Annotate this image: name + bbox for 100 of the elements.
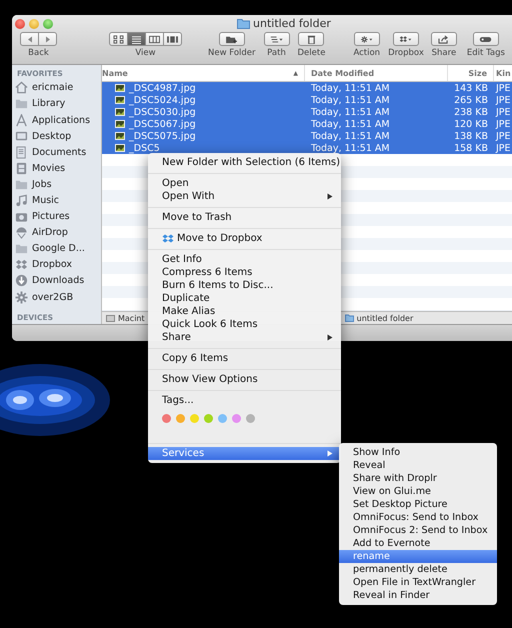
column-header[interactable]: Size	[448, 65, 494, 81]
file-name: _DSC4987.jpg	[129, 82, 196, 94]
document-icon	[15, 146, 28, 159]
column-view-button[interactable]	[145, 32, 164, 46]
dropbox-icon	[15, 258, 28, 272]
size-cell-text: 158 KB	[453, 142, 489, 154]
cover-flow-button[interactable]	[163, 32, 182, 46]
desktop-icon	[15, 130, 28, 143]
menu-item[interactable]: Get Info	[148, 253, 341, 266]
file-name: _DSC5067.jpg	[129, 118, 196, 130]
tag-color-dot[interactable]	[204, 414, 213, 423]
tag-color-dot[interactable]	[232, 414, 241, 423]
menu-item[interactable]: Add to Evernote	[339, 537, 497, 550]
menu-item[interactable]: Show View Options	[148, 373, 341, 386]
menu-item[interactable]: permanently delete	[339, 563, 497, 576]
path-button[interactable]	[264, 32, 290, 46]
tag-color-dot[interactable]	[162, 414, 171, 423]
folder-icon	[237, 18, 250, 29]
sidebar-item[interactable]: Dropbox	[32, 259, 72, 270]
path-item[interactable]: untitled folder	[356, 314, 414, 322]
menu-item[interactable]: Make Alias	[148, 305, 341, 318]
sidebar-item[interactable]: Google D...	[32, 243, 85, 254]
menu-item[interactable]: Duplicate	[148, 292, 341, 305]
kind-cell-text: JPE	[494, 94, 512, 106]
folder-icon	[15, 242, 28, 256]
tag-color-dot[interactable]	[218, 414, 227, 423]
sidebar-item[interactable]: Library	[32, 98, 66, 110]
back-button[interactable]	[20, 32, 39, 46]
menu-item[interactable]: Open	[148, 177, 341, 190]
tags-button[interactable]	[472, 32, 499, 46]
sidebar-item[interactable]: Jobs	[32, 178, 52, 190]
file-row[interactable]: _DSC5024.jpg Today, 11:51 AM 265 KB JPE	[102, 94, 512, 106]
date-cell-text: Today, 11:51 AM	[310, 82, 391, 94]
file-row[interactable]: _DSC5030.jpg Today, 11:51 AM 238 KB JPE	[102, 106, 512, 118]
image-file-icon	[115, 132, 125, 140]
column-header[interactable]: Date Modified	[305, 65, 448, 81]
sidebar-item[interactable]: Music	[32, 195, 60, 206]
sidebar-item[interactable]: over2GB	[32, 292, 74, 303]
size-cell-text: 120 KB	[453, 118, 489, 130]
share-button[interactable]	[430, 32, 457, 46]
menu-item[interactable]: Copy 6 Items	[148, 352, 341, 365]
dropbox-button[interactable]	[392, 32, 419, 46]
airdrop-icon	[15, 226, 28, 240]
action-button[interactable]	[354, 32, 380, 46]
menu-item[interactable]: New Folder with Selection (6 Items)	[148, 156, 341, 169]
delete-button[interactable]	[298, 32, 324, 46]
zoom-button[interactable]	[43, 18, 53, 28]
menu-item[interactable]: Reveal	[339, 459, 497, 472]
menu-item[interactable]: Reveal in Finder	[339, 589, 497, 602]
list-view-button[interactable]	[127, 32, 146, 46]
date-cell-text: Today, 11:51 AM	[310, 106, 391, 118]
new-folder-icon	[225, 34, 238, 44]
size-cell-text: 238 KB	[453, 106, 489, 118]
sidebar-item[interactable]: Movies	[32, 162, 66, 174]
menu-item[interactable]: rename	[339, 550, 497, 563]
sidebar-item[interactable]: ericmaie	[32, 82, 74, 94]
sidebar-item[interactable]: Downloads	[32, 275, 84, 286]
folder-icon	[15, 97, 28, 110]
sidebar-item[interactable]: Pictures	[32, 211, 70, 222]
close-button[interactable]	[15, 18, 25, 28]
kind-cell-text: JPE	[494, 106, 512, 118]
image-file-icon	[115, 96, 125, 104]
file-row[interactable]: _DSC5 Today, 11:51 AM 158 KB JPE	[102, 142, 512, 154]
menu-item[interactable]: OmniFocus: Send to Inbox	[339, 511, 497, 524]
sidebar-item[interactable]: AirDrop	[32, 227, 68, 238]
menu-item[interactable]: OmniFocus 2: Send to Inbox	[339, 524, 497, 537]
menu-item[interactable]: Services	[148, 447, 341, 460]
menu-item[interactable]: Set Desktop Picture	[339, 498, 497, 511]
menu-item[interactable]: Move to Trash	[148, 211, 341, 224]
menu-item[interactable]: View on Glui.me	[339, 485, 497, 498]
menu-item[interactable]: Open With	[148, 190, 341, 203]
path-item[interactable]: Macint	[118, 314, 145, 322]
newfolder-button[interactable]	[218, 32, 245, 46]
tag-color-dot[interactable]	[190, 414, 199, 423]
menu-item[interactable]: Burn 6 Items to Disc...	[148, 279, 341, 292]
list-icon	[130, 34, 143, 44]
menu-item[interactable]: Share	[148, 331, 341, 344]
file-name: _DSC5	[129, 142, 160, 154]
tag-color-dot[interactable]	[246, 414, 255, 423]
toolbar-label: New Folder	[208, 48, 256, 58]
sidebar-item[interactable]: Documents	[32, 146, 86, 158]
menu-item[interactable]: Compress 6 Items	[148, 266, 341, 279]
menu-item[interactable]: Tags...	[148, 394, 341, 407]
file-row[interactable]: _DSC5067.jpg Today, 11:51 AM 120 KB JPE	[102, 118, 512, 130]
menu-item[interactable]: Quick Look 6 Items	[148, 318, 341, 331]
tag-color-dot[interactable]	[176, 414, 185, 423]
menu-item[interactable]: Share with Droplr	[339, 472, 497, 485]
icon-view-button[interactable]	[109, 32, 128, 46]
toolbar-label: Share	[432, 48, 456, 58]
sidebar-item[interactable]: Desktop	[32, 130, 72, 142]
file-row[interactable]: _DSC5075.jpg Today, 11:51 AM 138 KB JPE	[102, 130, 512, 142]
menu-item[interactable]: Show Info	[339, 446, 497, 459]
size-cell-text: 265 KB	[453, 94, 489, 106]
column-header[interactable]: Kin	[494, 65, 512, 81]
tag-icon	[479, 34, 492, 44]
forward-button[interactable]	[38, 32, 57, 46]
menu-item[interactable]: Move to Dropbox	[148, 232, 341, 245]
sidebar-item[interactable]: Applications	[32, 114, 90, 126]
file-row[interactable]: _DSC4987.jpg Today, 11:51 AM 143 KB JPE	[102, 82, 512, 94]
menu-item[interactable]: Open File in TextWrangler	[339, 576, 497, 589]
